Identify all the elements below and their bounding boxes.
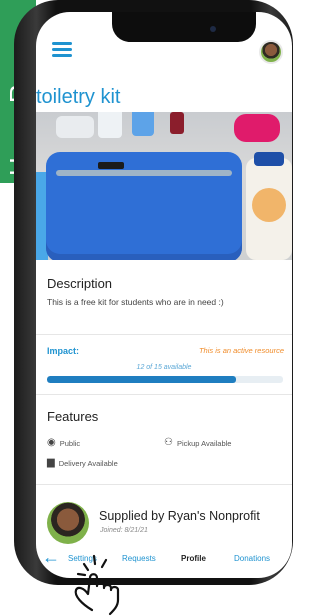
impact-label: Impact: <box>47 346 80 356</box>
phone-frame: toiletry kit Description This is a free … <box>14 0 293 585</box>
feature-public: ◉ Public <box>47 438 80 448</box>
progress-fill <box>47 376 236 383</box>
availability-text: 12 of 15 available <box>136 364 192 371</box>
divider <box>36 334 292 335</box>
feature-pickup: ⚇ Pickup Available <box>164 438 231 448</box>
description-text: This is a free kit for students who are … <box>47 297 224 307</box>
hamburger-menu-icon[interactable] <box>52 42 72 58</box>
camera-icon <box>210 26 216 32</box>
tap-hand-icon <box>74 554 120 616</box>
supplier-joined-date: Joined: 8/21/21 <box>100 527 148 534</box>
features-heading: Features <box>47 409 99 424</box>
resource-photo <box>36 112 292 260</box>
people-carry-icon: ⚇ <box>164 437 173 448</box>
box-icon: ▆ <box>47 457 55 468</box>
divider <box>36 484 292 485</box>
eye-icon: ◉ <box>47 437 56 448</box>
avatar[interactable] <box>259 40 283 64</box>
status-text: This is an active resource <box>198 346 284 355</box>
feature-delivery: ▆ Delivery Available <box>47 458 118 468</box>
nav-profile[interactable]: Profile <box>181 554 206 563</box>
feature-label: Pickup Available <box>176 438 232 448</box>
back-arrow-icon[interactable]: ← <box>42 547 60 568</box>
divider <box>36 394 292 395</box>
feature-label: Public <box>59 438 81 448</box>
feature-label: Delivery Available <box>58 458 118 468</box>
description-heading: Description <box>47 276 113 291</box>
notch <box>112 12 256 42</box>
nav-donations[interactable]: Donations <box>234 554 270 563</box>
supplier-name[interactable]: Supplied by Ryan's Nonprofit <box>99 509 260 523</box>
availability-progress-bar <box>47 376 283 383</box>
screen: toiletry kit Description This is a free … <box>36 12 292 578</box>
supplier-avatar[interactable] <box>47 502 89 544</box>
page-title: toiletry kit <box>36 86 121 108</box>
